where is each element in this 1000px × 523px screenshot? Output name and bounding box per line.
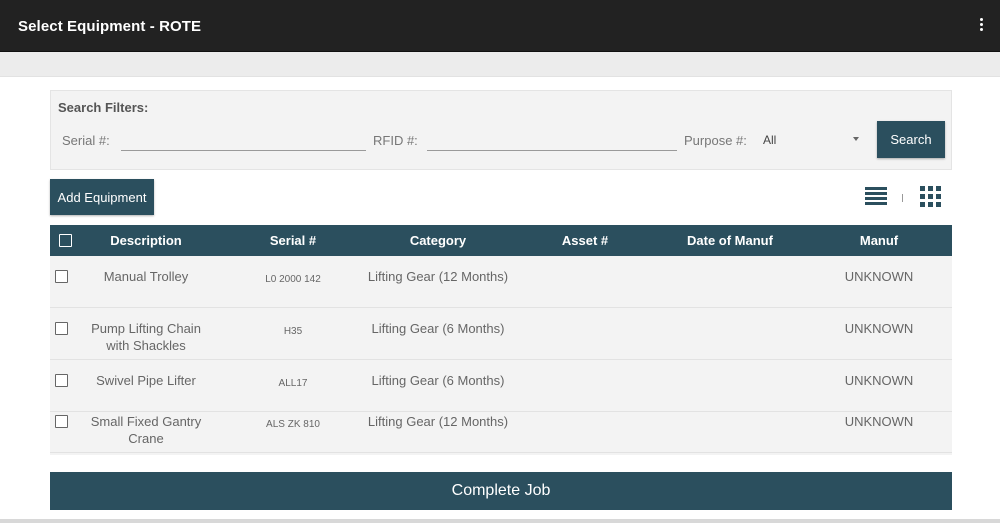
cell-category: Lifting Gear (12 Months) bbox=[367, 269, 509, 284]
row-checkbox[interactable] bbox=[55, 374, 68, 387]
more-vert-icon[interactable] bbox=[976, 18, 986, 36]
cell-serial: L0 2000 142 bbox=[265, 274, 321, 285]
cell-description: Swivel Pipe Lifter bbox=[96, 373, 196, 388]
cell-manuf: UNKNOWN bbox=[844, 373, 914, 388]
rfid-input[interactable] bbox=[427, 129, 677, 151]
table-header: Description Serial # Category Asset # Da… bbox=[50, 225, 952, 256]
purpose-label: Purpose #: bbox=[684, 133, 747, 148]
app-bar: Select Equipment - ROTE bbox=[0, 0, 1000, 52]
search-filters-title: Search Filters: bbox=[58, 100, 149, 115]
table-row[interactable]: Small Fixed Gantry Crane ALS ZK 810 Lift… bbox=[50, 402, 952, 453]
header-asset: Asset # bbox=[561, 233, 609, 248]
complete-job-button[interactable]: Complete Job bbox=[50, 472, 952, 510]
cell-category: Lifting Gear (6 Months) bbox=[371, 321, 505, 336]
table-row[interactable]: Manual Trolley L0 2000 142 Lifting Gear … bbox=[50, 257, 952, 308]
page-title: Select Equipment - ROTE bbox=[18, 18, 202, 35]
cell-description: Pump Lifting Chain with Shackles bbox=[91, 321, 201, 353]
cell-description: Manual Trolley bbox=[103, 269, 189, 284]
equipment-table: Description Serial # Category Asset # Da… bbox=[50, 225, 952, 455]
purpose-select-value: All bbox=[763, 133, 777, 147]
cell-manuf: UNKNOWN bbox=[844, 269, 914, 284]
add-equipment-button[interactable]: Add Equipment bbox=[50, 179, 154, 215]
table-row[interactable]: Pump Lifting Chain with Shackles H35 Lif… bbox=[50, 309, 952, 360]
serial-label: Serial #: bbox=[62, 133, 110, 148]
serial-input[interactable] bbox=[121, 129, 366, 151]
header-serial: Serial # bbox=[269, 233, 317, 248]
cell-category: Lifting Gear (6 Months) bbox=[371, 373, 505, 388]
row-checkbox[interactable] bbox=[55, 415, 68, 428]
cell-description: Small Fixed Gantry Crane bbox=[90, 414, 202, 446]
cell-manuf: UNKNOWN bbox=[844, 321, 914, 336]
list-view-icon[interactable] bbox=[865, 187, 887, 205]
cell-serial: ALS ZK 810 bbox=[266, 419, 320, 430]
cell-serial: H35 bbox=[283, 326, 303, 337]
search-button[interactable]: Search bbox=[877, 121, 945, 158]
cell-category: Lifting Gear (12 Months) bbox=[367, 414, 509, 429]
caret-down-icon bbox=[853, 137, 859, 141]
purpose-select[interactable]: All bbox=[761, 129, 861, 151]
header-manuf: Manuf bbox=[859, 233, 899, 248]
search-filters-panel: Search Filters: Serial #: RFID #: Purpos… bbox=[50, 90, 952, 170]
header-category: Category bbox=[409, 233, 467, 248]
header-date-of-manuf: Date of Manuf bbox=[687, 233, 773, 248]
sub-header-bar bbox=[0, 52, 1000, 77]
header-description: Description bbox=[110, 233, 182, 248]
grid-view-icon[interactable] bbox=[920, 186, 941, 207]
view-toggle-divider bbox=[902, 194, 903, 202]
row-checkbox[interactable] bbox=[55, 322, 68, 335]
row-checkbox[interactable] bbox=[55, 270, 68, 283]
cell-manuf: UNKNOWN bbox=[844, 414, 914, 429]
select-all-checkbox[interactable] bbox=[59, 234, 72, 247]
bottom-divider bbox=[0, 519, 1000, 523]
cell-serial: ALL17 bbox=[278, 378, 308, 389]
rfid-label: RFID #: bbox=[373, 133, 418, 148]
